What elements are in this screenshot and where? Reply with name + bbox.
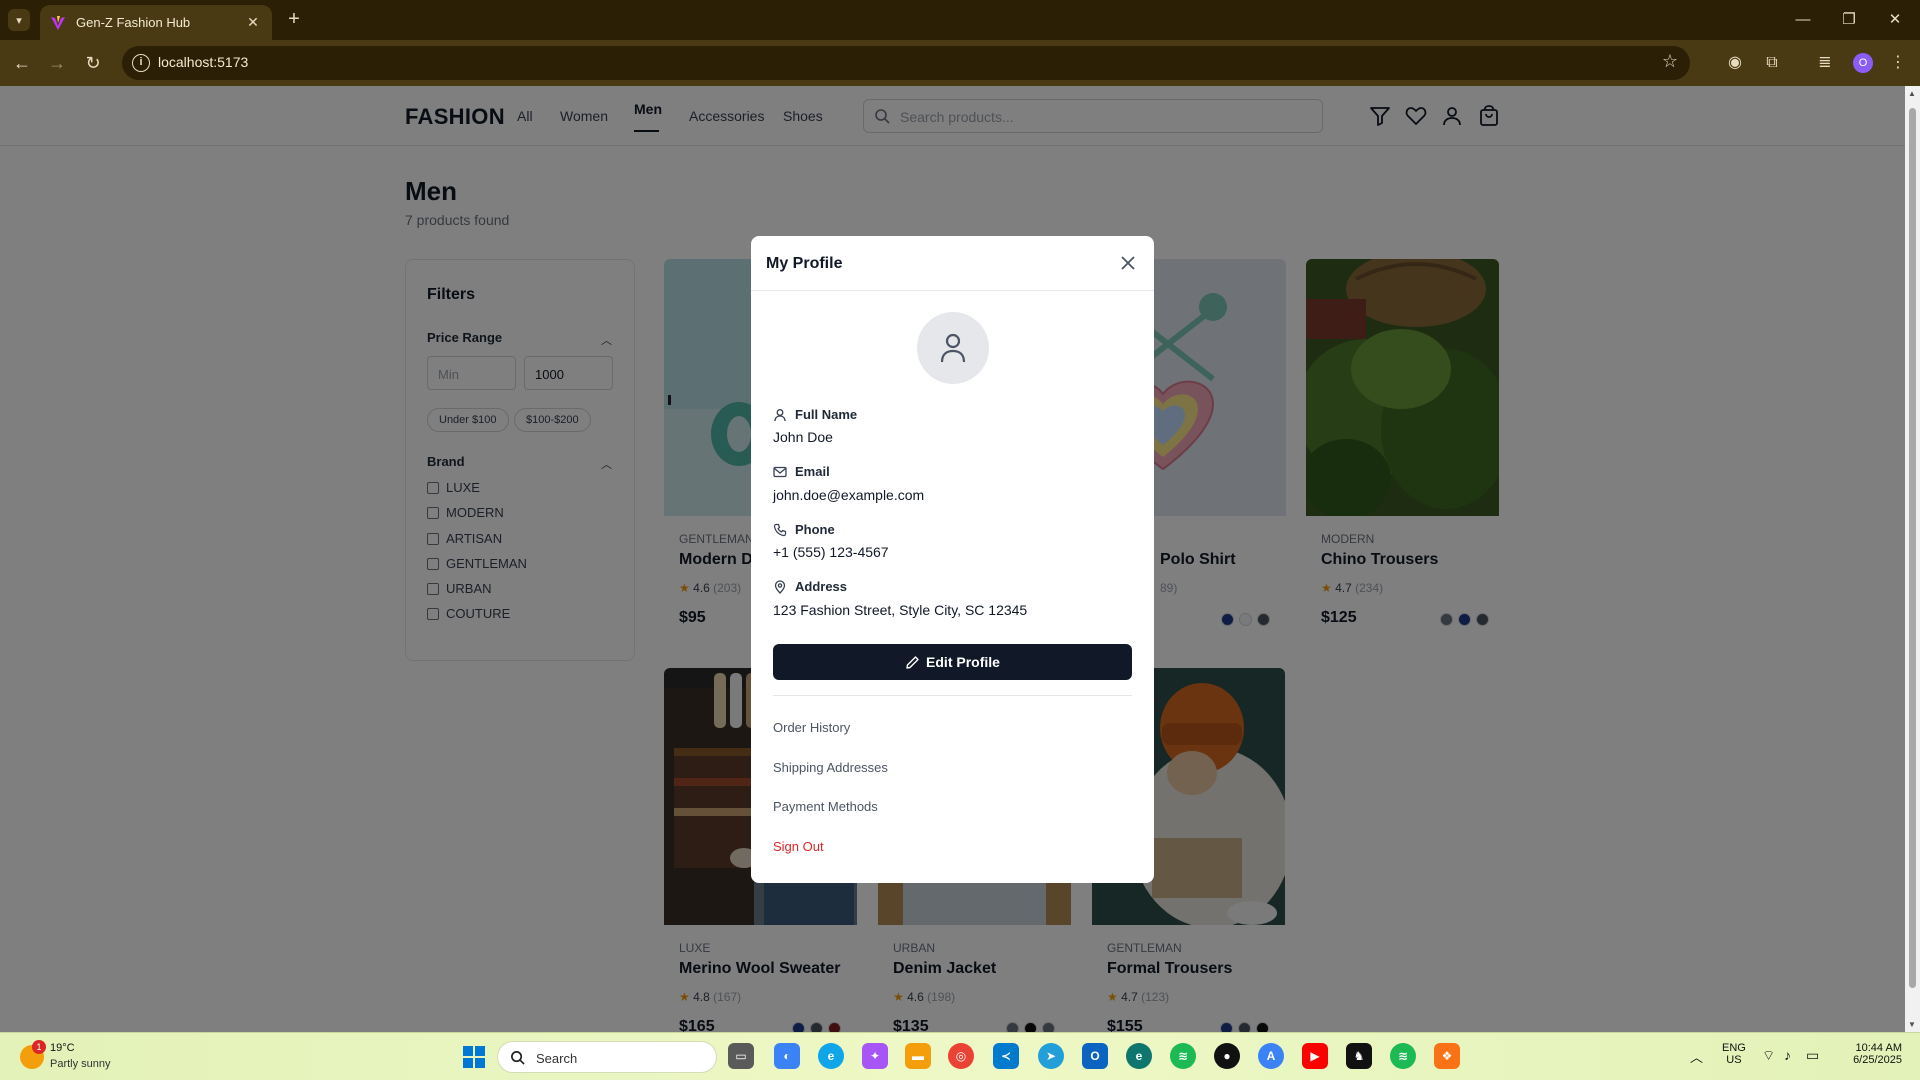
browser-tab-active[interactable]: Gen-Z Fashion Hub ✕ [40,5,272,40]
vscode-icon[interactable]: ≺ [993,1043,1019,1069]
site-info-icon[interactable]: i [132,54,150,72]
colorful-app-icon[interactable]: ❖ [1434,1043,1460,1069]
edit-profile-button[interactable]: Edit Profile [773,644,1132,680]
order-history-link[interactable]: Order History [773,720,850,735]
outlook-icon[interactable]: O [1082,1043,1108,1069]
weather-badge: 1 [32,1040,46,1054]
extension-g-icon[interactable]: ◉ [1723,51,1747,75]
taskbar-search-label: Search [536,1051,578,1066]
edge-dev-icon[interactable]: e [1126,1043,1152,1069]
sign-out-link[interactable]: Sign Out [773,839,824,854]
minimize-icon[interactable]: — [1788,8,1818,32]
full-name-value: John Doe [773,429,833,445]
media-queue-icon[interactable]: ≣ [1813,51,1837,75]
email-value: john.doe@example.com [773,487,925,503]
tab-close-icon[interactable]: ✕ [244,14,262,31]
page-viewport: FASHION All Women Men Accessories Shoes … [0,86,1920,1032]
full-name-label: Full Name [773,407,857,422]
address-url[interactable]: localhost:5173 [158,54,248,70]
widgets-app-icon[interactable]: ◐ [774,1043,800,1069]
payment-methods-link[interactable]: Payment Methods [773,799,878,814]
modal-title: My Profile [766,255,843,272]
media-app-icon[interactable]: ♞ [1346,1043,1372,1069]
scroll-down-icon[interactable]: ▼ [1908,1020,1916,1029]
pencil-icon [906,655,919,669]
browser-tab-bar: ▾ Gen-Z Fashion Hub ✕ + — ❐ ✕ [0,0,1920,40]
modal-divider [773,695,1132,696]
modal-header: My Profile [751,236,1154,291]
battery-icon[interactable]: ▭ [1806,1047,1819,1064]
window-close-icon[interactable]: ✕ [1880,8,1910,32]
map-pin-icon [774,579,786,594]
copilot-icon[interactable]: ✦ [862,1043,888,1069]
mail-icon [773,466,787,477]
wifi-icon[interactable]: ⌔ [1762,1047,1775,1065]
forward-arrow-icon[interactable]: → [45,51,69,75]
reload-icon[interactable]: ↻ [81,51,105,75]
spotify-alt-icon[interactable]: ≋ [1390,1043,1416,1069]
browser-profile-avatar[interactable]: O [1853,53,1873,73]
weather-temp[interactable]: 19°C [50,1042,75,1054]
new-tab-plus-icon[interactable]: + [282,8,306,32]
shipping-addresses-link[interactable]: Shipping Addresses [773,760,888,775]
youtube-icon[interactable]: ▶ [1302,1043,1328,1069]
close-icon[interactable] [1117,252,1139,274]
edge-browser-icon[interactable]: e [818,1043,844,1069]
spotify-icon[interactable]: ≋ [1170,1043,1196,1069]
scroll-up-icon[interactable]: ▲ [1908,89,1916,98]
address-label: Address [773,579,847,594]
bookmark-star-icon[interactable]: ☆ [1662,51,1678,72]
tab-search-chevron-icon[interactable]: ▾ [8,9,30,31]
github-icon[interactable]: ● [1214,1043,1240,1069]
user-icon [940,333,966,363]
windows-taskbar: 1 19°C Partly sunny Search ▭ ◐ e ✦ ▬ ◎ ≺… [0,1032,1920,1080]
phone-icon [773,523,787,536]
user-icon [774,408,786,421]
vite-favicon-icon [51,15,65,30]
clock[interactable]: 10:44 AM 6/25/2025 [1836,1042,1902,1066]
email-label: Email [773,464,830,479]
browser-menu-icon[interactable]: ⋮ [1886,51,1910,75]
tray-chevron-up-icon[interactable]: ︿ [1690,1047,1703,1066]
restore-icon[interactable]: ❐ [1834,8,1864,32]
back-arrow-icon[interactable]: ← [10,51,34,75]
weather-desc[interactable]: Partly sunny [50,1058,111,1070]
tab-title: Gen-Z Fashion Hub [76,15,191,30]
phone-value: +1 (555) 123-4567 [773,544,889,560]
task-view-icon[interactable]: ▭ [728,1043,754,1069]
windows-start-icon[interactable] [462,1045,486,1069]
address-bar[interactable]: i localhost:5173 ☆ [122,46,1690,80]
extensions-puzzle-icon[interactable]: ⧉ [1760,51,1784,75]
browser-toolbar: ← → ↻ i localhost:5173 ☆ ◉ ⧉ ≣ O ⋮ [0,40,1920,86]
phone-label: Phone [773,522,835,537]
app-store-icon[interactable]: A [1258,1043,1284,1069]
address-value: 123 Fashion Street, Style City, SC 12345 [773,602,1028,618]
taskbar-search[interactable]: Search [497,1041,717,1073]
search-icon [511,1051,525,1065]
telegram-icon[interactable]: ➤ [1038,1043,1064,1069]
file-explorer-icon[interactable]: ▬ [905,1043,931,1069]
language-indicator[interactable]: ENG US [1722,1042,1746,1066]
scroll-thumb[interactable] [1909,108,1916,988]
page-scrollbar[interactable]: ▲ ▼ [1905,86,1920,1032]
chrome-browser-icon[interactable]: ◎ [948,1043,974,1069]
volume-icon[interactable]: ♪ [1784,1047,1791,1063]
profile-avatar[interactable] [917,312,989,384]
profile-modal: My Profile Full Name John Doe Email john… [751,236,1154,883]
